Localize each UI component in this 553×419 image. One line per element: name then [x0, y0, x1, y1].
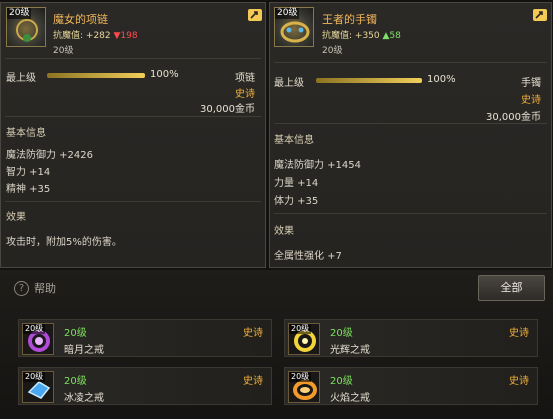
icon-level-tag: 20级	[289, 324, 312, 334]
stat-label: 抗魔值:	[53, 31, 86, 41]
divider	[5, 201, 261, 202]
basic-info-title: 基本信息	[6, 128, 46, 139]
icon-level-tag: 20级	[289, 372, 312, 382]
stat-value: +350	[354, 31, 380, 41]
resist-stat: 抗魔值: +350 ▲58	[322, 28, 401, 41]
upgrade-progress-fill	[47, 73, 145, 78]
stat-change: ▲58	[382, 31, 401, 41]
ring-rarity: 史诗	[509, 376, 529, 387]
upgrade-progress-fill	[316, 78, 422, 83]
upgrade-progress-bar	[47, 73, 145, 78]
effect-title: 效果	[6, 212, 26, 223]
ring-level: 20级	[330, 328, 353, 339]
golden-ring-icon: 20级	[288, 323, 320, 355]
progress-percent: 100%	[150, 69, 179, 80]
ring-level: 20级	[64, 328, 87, 339]
ice-ring-icon: 20级	[22, 371, 54, 403]
item-level: 20级	[322, 46, 343, 56]
divider	[5, 116, 261, 117]
max-level-label: 最上级	[6, 73, 36, 84]
help-button[interactable]: ? 帮助	[14, 280, 56, 296]
attribute-line: 魔法防御力 +2426	[6, 150, 94, 161]
ring-selection-area: ? 帮助 全部 20级 20级 史诗 暗月之戒 20级 20级 史诗 光辉之戒 …	[0, 270, 553, 419]
progress-percent: 100%	[427, 74, 456, 85]
purple-ring-icon: 20级	[22, 323, 54, 355]
stat-change: ▼198	[113, 31, 138, 41]
effect-text: 攻击时，附加5%的伤害。	[6, 237, 122, 248]
question-icon: ?	[14, 280, 29, 296]
price-label: 30,000金币	[486, 112, 541, 123]
rarity-label: 史诗	[521, 95, 541, 106]
all-filter-button[interactable]: 全部	[478, 275, 545, 301]
ring-level: 20级	[330, 376, 353, 387]
ring-name: 火焰之戒	[330, 393, 370, 404]
resist-stat: 抗魔值: +282 ▼198	[53, 28, 138, 41]
attribute-line: 魔法防御力 +1454	[274, 160, 362, 171]
icon-level-tag: 20级	[23, 324, 46, 334]
item-type: 手镯	[521, 78, 541, 89]
divider	[274, 213, 547, 214]
ring-card[interactable]: 20级 20级 史诗 暗月之戒	[18, 319, 272, 357]
ring-rarity: 史诗	[509, 328, 529, 339]
rarity-label: 史诗	[235, 89, 255, 100]
ring-name: 光辉之戒	[330, 345, 370, 356]
item-level: 20级	[53, 46, 74, 56]
divider	[274, 62, 547, 63]
ring-rarity: 史诗	[243, 376, 263, 387]
price-label: 30,000金币	[200, 104, 255, 115]
attribute-line: 体力 +35	[274, 196, 319, 207]
bracelet-icon: 20级	[274, 7, 314, 47]
fire-ring-icon: 20级	[288, 371, 320, 403]
item-type: 项链	[235, 73, 255, 84]
attribute-line: 精神 +35	[6, 184, 51, 195]
stat-label: 抗魔值:	[322, 31, 355, 41]
attribute-line: 力量 +14	[274, 178, 319, 189]
icon-level-tag: 20级	[23, 372, 46, 382]
ring-rarity: 史诗	[243, 328, 263, 339]
share-icon[interactable]	[248, 9, 262, 21]
divider	[274, 123, 547, 124]
item-tooltip-necklace: 20级 魔女的项链 抗魔值: +282 ▼198 20级 最上级 100% 项链…	[0, 2, 266, 268]
attribute-line: 智力 +14	[6, 167, 51, 178]
ring-card[interactable]: 20级 20级 史诗 冰凌之戒	[18, 367, 272, 405]
ring-name: 冰凌之戒	[64, 393, 104, 404]
effect-text: 全属性强化 +7	[274, 251, 342, 262]
necklace-icon: 20级	[6, 7, 46, 47]
effect-title: 效果	[274, 226, 294, 237]
ring-level: 20级	[64, 376, 87, 387]
ring-card[interactable]: 20级 20级 史诗 光辉之戒	[284, 319, 538, 357]
max-level-label: 最上级	[274, 78, 304, 89]
help-label: 帮助	[34, 282, 56, 295]
share-icon[interactable]	[533, 9, 547, 21]
item-name: 魔女的项链	[53, 13, 108, 26]
stat-value: +282	[85, 31, 111, 41]
basic-info-title: 基本信息	[274, 135, 314, 146]
upgrade-progress-bar	[316, 78, 422, 83]
ring-name: 暗月之戒	[64, 345, 104, 356]
item-name: 王者的手镯	[322, 13, 377, 26]
item-tooltip-bracelet: 20级 王者的手镯 抗魔值: +350 ▲58 20级 最上级 100% 手镯 …	[269, 2, 552, 268]
ring-card[interactable]: 20级 20级 史诗 火焰之戒	[284, 367, 538, 405]
divider	[5, 58, 261, 59]
